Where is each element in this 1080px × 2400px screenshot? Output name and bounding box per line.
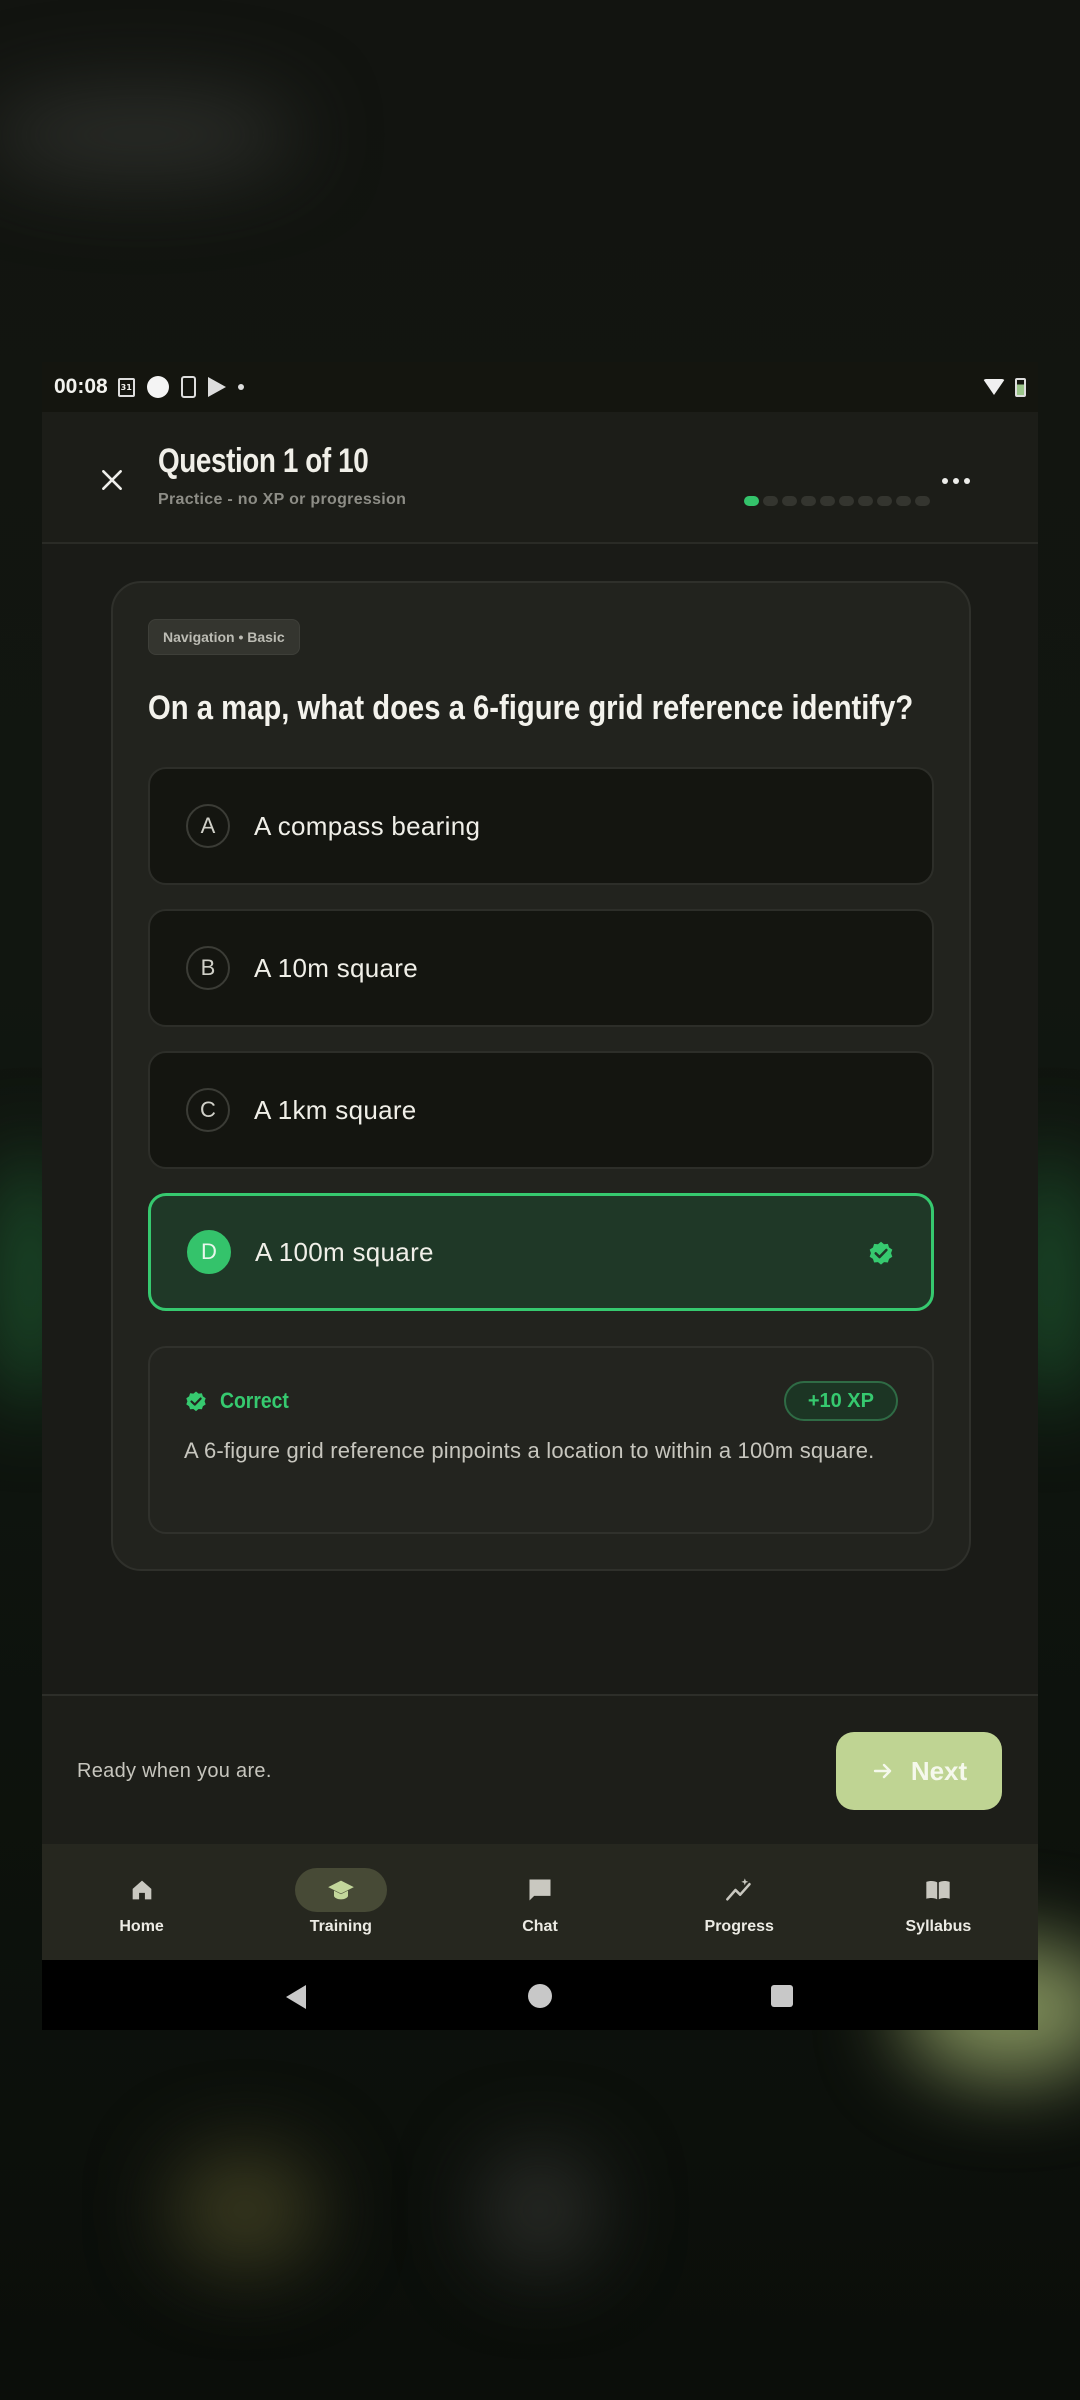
answer-option-b[interactable]: B A 10m square bbox=[148, 909, 934, 1027]
more-options-button[interactable] bbox=[942, 478, 970, 484]
progress-dot bbox=[801, 496, 816, 506]
category-tag: Navigation • Basic bbox=[148, 619, 300, 655]
nav-label: Chat bbox=[522, 1918, 558, 1935]
status-time: 00:08 bbox=[54, 375, 108, 398]
next-button[interactable]: Next bbox=[836, 1732, 1002, 1810]
option-text: A 10m square bbox=[254, 952, 419, 983]
nav-item-home[interactable]: Home bbox=[42, 1844, 241, 1960]
notification-circle-icon bbox=[146, 376, 169, 398]
question-card: Navigation • Basic On a map, what does a… bbox=[111, 581, 971, 1571]
page-subtitle: Practice - no XP or progression bbox=[158, 491, 407, 508]
nav-item-chat[interactable]: Chat bbox=[440, 1844, 639, 1960]
nav-label: Training bbox=[309, 1918, 372, 1935]
progress-dot bbox=[763, 496, 778, 506]
system-navigation-bar bbox=[42, 1960, 1038, 2030]
ready-message: Ready when you are. bbox=[77, 1760, 272, 1782]
feedback-explanation: A 6-figure grid reference pinpoints a lo… bbox=[184, 1438, 875, 1463]
graduation-cap-icon bbox=[327, 1880, 354, 1900]
back-icon[interactable] bbox=[286, 1985, 306, 2009]
home-circle-icon[interactable] bbox=[528, 1984, 552, 2008]
option-letter: B bbox=[186, 946, 230, 990]
nav-item-syllabus[interactable]: Syllabus bbox=[839, 1844, 1038, 1960]
answer-feedback-panel: Correct +10 XP A 6-figure grid reference… bbox=[148, 1346, 934, 1534]
option-text: A 100m square bbox=[255, 1236, 434, 1267]
question-progress-indicator bbox=[744, 496, 930, 506]
arrow-right-icon bbox=[873, 1763, 892, 1779]
more-dot-icon bbox=[964, 478, 970, 484]
progress-dot bbox=[744, 496, 759, 506]
app-window: 00:08 31 Question 1 of 10 Practice - no … bbox=[42, 362, 1038, 2030]
close-button[interactable] bbox=[92, 460, 132, 500]
option-letter: A bbox=[186, 804, 230, 848]
battery-icon bbox=[1015, 377, 1026, 397]
calendar-icon: 31 bbox=[117, 377, 135, 397]
progress-dot bbox=[896, 496, 911, 506]
nav-label: Progress bbox=[704, 1918, 774, 1935]
progress-dot bbox=[839, 496, 854, 506]
more-dot-icon bbox=[953, 478, 959, 484]
option-letter: D bbox=[187, 1230, 231, 1274]
xp-badge: +10 XP bbox=[783, 1381, 898, 1421]
question-text: On a map, what does a 6-figure grid refe… bbox=[148, 689, 914, 727]
answer-option-d[interactable]: D A 100m square bbox=[148, 1193, 934, 1311]
progress-dot bbox=[915, 496, 930, 506]
next-button-label: Next bbox=[910, 1755, 968, 1786]
feedback-title: Correct bbox=[220, 1388, 289, 1413]
nav-label: Home bbox=[119, 1918, 164, 1935]
option-letter: C bbox=[186, 1088, 230, 1132]
nav-item-training[interactable]: Training bbox=[241, 1844, 440, 1960]
option-text: A 1km square bbox=[254, 1094, 417, 1125]
chat-icon bbox=[529, 1879, 551, 1901]
home-icon bbox=[132, 1880, 151, 1900]
phone-icon bbox=[180, 376, 196, 398]
close-icon bbox=[102, 470, 122, 490]
play-store-icon bbox=[207, 377, 226, 397]
answer-option-a[interactable]: A A compass bearing bbox=[148, 767, 934, 885]
progress-dot bbox=[858, 496, 873, 506]
recent-apps-icon[interactable] bbox=[771, 1985, 793, 2007]
book-icon bbox=[926, 1881, 951, 1900]
page-title: Question 1 of 10 bbox=[158, 442, 369, 480]
status-bar: 00:08 31 bbox=[42, 362, 1038, 412]
action-footer: Ready when you are. Next bbox=[42, 1694, 1038, 1844]
nav-item-progress[interactable]: Progress bbox=[640, 1844, 839, 1960]
nav-label: Syllabus bbox=[905, 1918, 972, 1935]
option-text: A compass bearing bbox=[254, 810, 481, 841]
verified-check-icon bbox=[186, 1391, 206, 1412]
more-dot-icon bbox=[942, 478, 948, 484]
progress-dot bbox=[820, 496, 835, 506]
progress-dot bbox=[782, 496, 797, 506]
progress-chart-icon bbox=[726, 1878, 751, 1901]
progress-dot bbox=[877, 496, 892, 506]
more-notifications-dot-icon bbox=[237, 384, 244, 390]
quiz-header: Question 1 of 10 Practice - no XP or pro… bbox=[42, 412, 1038, 544]
answer-option-c[interactable]: C A 1km square bbox=[148, 1051, 934, 1169]
wifi-icon bbox=[983, 379, 1005, 395]
bottom-navigation: Home Training Chat Progress Syllabus bbox=[42, 1844, 1038, 1960]
verified-check-icon bbox=[869, 1241, 893, 1265]
